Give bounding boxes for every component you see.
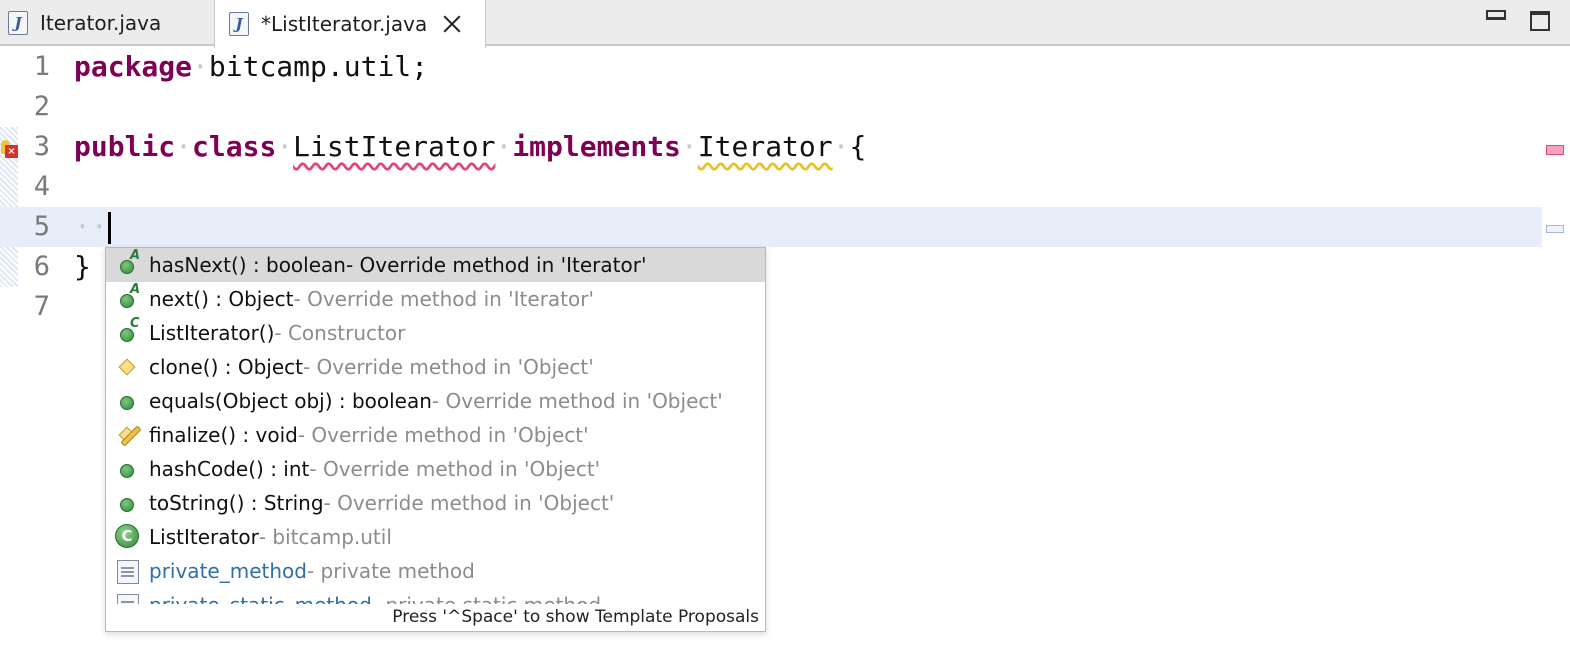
current-code-line: 5 ·· <box>0 207 1542 247</box>
proposal-name: next() : Object <box>149 287 294 311</box>
close-icon[interactable] <box>441 13 463 35</box>
line-number: 4 <box>33 171 50 202</box>
maximize-icon[interactable] <box>1530 11 1550 31</box>
proposal-desc: - Constructor <box>274 321 406 345</box>
whitespace-marker: ·· <box>74 210 108 243</box>
constructor-icon: C <box>117 316 140 344</box>
brace: { <box>849 130 867 163</box>
minimize-icon[interactable] <box>1486 10 1506 20</box>
proposal-name: hashCode() : int <box>149 457 310 481</box>
java-file-icon: J <box>8 11 28 35</box>
proposal-desc: - Override method in 'Object' <box>323 491 615 515</box>
proposal-name: private_method <box>149 559 307 583</box>
editor-tab-bar: J Iterator.java J *ListIterator.java <box>0 0 1570 48</box>
keyword: public <box>74 130 176 163</box>
proposal-item[interactable]: A hasNext() : boolean - Override method … <box>106 248 765 282</box>
tab-iterator-java[interactable]: J Iterator.java <box>0 0 214 46</box>
line-number: 1 <box>33 51 50 82</box>
code-text: } <box>74 250 91 283</box>
proposal-name: ListIterator <box>149 525 259 549</box>
interface-name-warning[interactable]: Iterator <box>698 130 833 163</box>
template-icon <box>117 560 139 584</box>
code-text: public·class·ListIterator·implements·Ite… <box>74 130 867 163</box>
overview-error-marker[interactable] <box>1546 145 1564 155</box>
code-line: 4 <box>0 167 1542 207</box>
line-number: 2 <box>33 91 50 122</box>
template-icon <box>117 594 139 604</box>
proposal-desc: - Override method in 'Object' <box>297 423 589 447</box>
proposal-desc: - private method <box>306 559 475 583</box>
java-file-icon: J <box>229 12 249 36</box>
code-text: package·bitcamp.util; <box>74 50 429 83</box>
keyword: implements <box>512 130 681 163</box>
proposal-item[interactable]: finalize() : void - Override method in '… <box>106 418 765 452</box>
code-text: ·· <box>74 207 111 247</box>
code-line: 1 package·bitcamp.util; <box>0 47 1542 87</box>
proposal-desc: - Override method in 'Object' <box>431 389 723 413</box>
tab-label: Iterator.java <box>40 11 162 35</box>
proposal-item[interactable]: equals(Object obj) : boolean - Override … <box>106 384 765 418</box>
proposal-desc: - Override method in 'Object' <box>302 355 594 379</box>
proposal-name: ListIterator() <box>149 321 275 345</box>
code-line: 3 public·class·ListIterator·implements·I… <box>0 127 1542 167</box>
proposal-name: equals(Object obj) : boolean <box>149 389 432 413</box>
proposal-name: hasNext() : boolean <box>149 253 346 277</box>
overview-current-line-marker <box>1546 225 1564 233</box>
error-quickfix-icon[interactable]: × <box>1 140 18 158</box>
proposal-item[interactable]: private_method - private method <box>106 554 765 588</box>
class-name-error[interactable]: ListIterator <box>293 130 495 163</box>
proposal-name: private_static_method <box>149 593 372 604</box>
tab-listiterator-java[interactable]: J *ListIterator.java <box>214 0 486 48</box>
proposal-desc: - Override method in 'Object' <box>309 457 601 481</box>
abstract-method-icon: A <box>117 282 140 310</box>
proposal-desc: - private static method <box>372 593 601 604</box>
deprecated-method-icon <box>117 424 142 447</box>
proposal-item[interactable]: A next() : Object - Override method in '… <box>106 282 765 316</box>
line-number: 7 <box>33 291 50 322</box>
public-method-icon <box>117 492 139 514</box>
proposal-name: toString() : String <box>149 491 324 515</box>
proposal-item[interactable]: toString() : String - Override method in… <box>106 486 765 520</box>
line-number: 6 <box>33 251 50 282</box>
line-number: 3 <box>33 131 50 162</box>
abstract-method-icon: A <box>117 248 140 276</box>
proposal-item[interactable]: private_static_method - private static m… <box>106 588 765 604</box>
proposal-desc: - bitcamp.util <box>258 525 392 549</box>
content-assist-footer[interactable]: Press '^Space' to show Template Proposal… <box>106 604 765 631</box>
proposal-item[interactable]: hashCode() : int - Override method in 'O… <box>106 452 765 486</box>
protected-method-icon <box>117 356 139 378</box>
public-method-icon <box>117 390 139 412</box>
package-name: bitcamp.util; <box>208 50 429 83</box>
proposal-item[interactable]: C ListIterator - bitcamp.util <box>106 520 765 554</box>
proposal-name: clone() : Object <box>149 355 303 379</box>
proposal-desc: - Override method in 'Iterator' <box>345 253 647 277</box>
proposal-item[interactable]: clone() : Object - Override method in 'O… <box>106 350 765 384</box>
keyword: package <box>74 50 193 83</box>
content-assist-popup: A hasNext() : boolean - Override method … <box>105 247 766 632</box>
class-icon: C <box>115 524 139 548</box>
keyword: class <box>192 130 277 163</box>
text-cursor <box>107 212 111 244</box>
line-number: 5 <box>33 211 50 242</box>
tab-label: *ListIterator.java <box>261 12 428 36</box>
proposal-desc: - Override method in 'Iterator' <box>293 287 594 311</box>
code-line: 2 <box>0 87 1542 127</box>
proposal-item[interactable]: C ListIterator() - Constructor <box>106 316 765 350</box>
proposal-list[interactable]: A hasNext() : boolean - Override method … <box>106 248 765 604</box>
proposal-name: finalize() : void <box>149 423 298 447</box>
public-method-icon <box>117 458 139 480</box>
